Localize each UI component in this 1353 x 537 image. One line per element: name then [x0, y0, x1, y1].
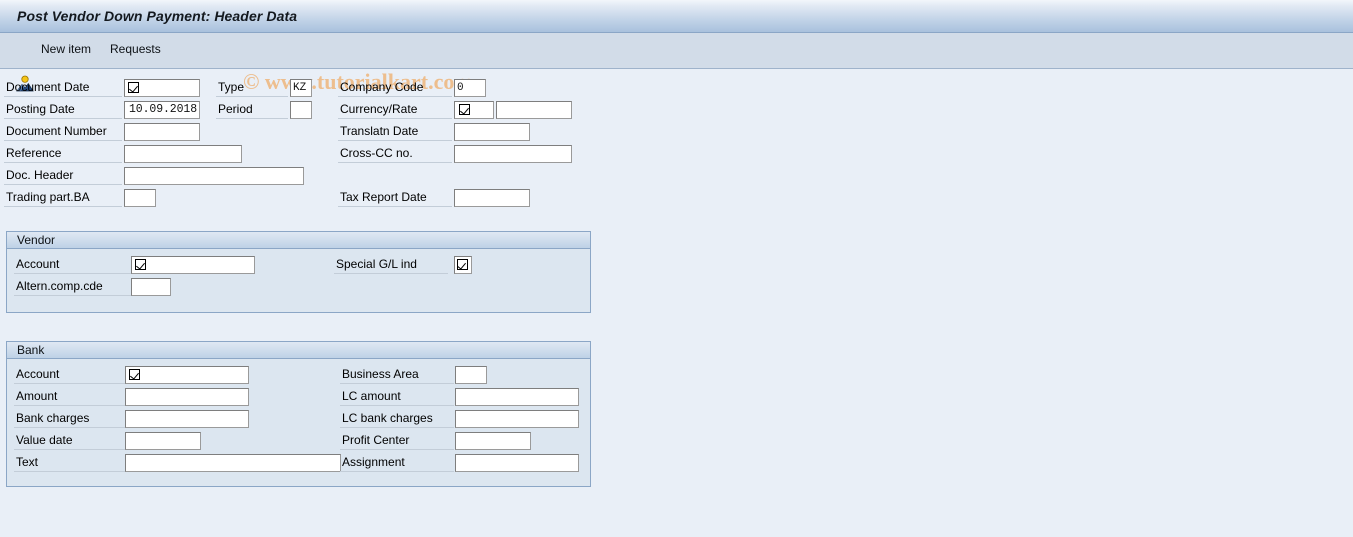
input-document-number[interactable] — [124, 123, 200, 141]
label-posting-date: Posting Date — [4, 101, 122, 119]
input-cross-cc-no[interactable] — [454, 145, 572, 163]
label-profit-center: Profit Center — [340, 432, 454, 450]
label-value-date: Value date — [14, 432, 132, 450]
input-special-gl-ind[interactable] — [454, 256, 472, 274]
input-value-date[interactable] — [125, 432, 201, 450]
label-bank-charges: Bank charges — [14, 410, 132, 428]
label-currency-rate: Currency/Rate — [338, 101, 452, 119]
bank-section-title: Bank — [17, 343, 45, 357]
label-bank-account: Account — [14, 366, 132, 384]
input-lc-bank-charges[interactable] — [455, 410, 579, 428]
input-altern-comp-cde[interactable] — [131, 278, 171, 296]
label-cross-cc-no: Cross-CC no. — [338, 145, 452, 163]
application-toolbar: New item Requests © www.tutorialkart.com — [0, 33, 1353, 94]
required-entry-icon — [135, 259, 146, 270]
label-type: Type — [216, 79, 288, 97]
label-lc-amount: LC amount — [340, 388, 454, 406]
input-bank-account[interactable] — [125, 366, 249, 384]
input-rate[interactable] — [496, 101, 572, 119]
input-tax-report-date[interactable] — [454, 189, 530, 207]
label-doc-header: Doc. Header — [4, 167, 122, 185]
input-doc-header[interactable] — [124, 167, 304, 185]
bank-section-header: Bank — [7, 342, 590, 359]
label-vendor-account: Account — [14, 256, 132, 274]
label-trading-part-ba: Trading part.BA — [4, 189, 122, 207]
label-period: Period — [216, 101, 288, 119]
label-text: Text — [14, 454, 132, 472]
label-lc-bank-charges: LC bank charges — [340, 410, 454, 428]
vendor-section-header: Vendor — [7, 232, 590, 249]
toolbar-requests-button[interactable]: Requests — [110, 42, 161, 56]
input-company-code[interactable]: 0 — [454, 79, 486, 97]
label-altern-comp-cde: Altern.comp.cde — [14, 278, 132, 296]
vendor-section: Vendor Account Altern.comp.cde Special G… — [6, 231, 591, 313]
input-translatn-date[interactable] — [454, 123, 530, 141]
input-lc-amount[interactable] — [455, 388, 579, 406]
input-trading-part-ba[interactable] — [124, 189, 156, 207]
toolbar-new-item-button[interactable]: New item — [41, 42, 91, 56]
label-reference: Reference — [4, 145, 122, 163]
input-assignment[interactable] — [455, 454, 579, 472]
required-entry-icon — [128, 82, 139, 93]
label-business-area: Business Area — [340, 366, 454, 384]
input-bank-charges[interactable] — [125, 410, 249, 428]
vendor-section-title: Vendor — [17, 233, 56, 247]
window-title-bar: Post Vendor Down Payment: Header Data — [0, 0, 1353, 33]
required-entry-icon — [456, 259, 468, 270]
label-assignment: Assignment — [340, 454, 454, 472]
input-vendor-account[interactable] — [131, 256, 255, 274]
input-currency[interactable] — [454, 101, 494, 119]
label-tax-report-date: Tax Report Date — [338, 189, 452, 207]
input-profit-center[interactable] — [455, 432, 531, 450]
required-entry-icon — [129, 369, 140, 380]
input-period[interactable] — [290, 101, 312, 119]
required-entry-icon — [459, 104, 470, 115]
label-amount: Amount — [14, 388, 132, 406]
input-reference[interactable] — [124, 145, 242, 163]
label-document-number: Document Number — [4, 123, 122, 141]
input-type[interactable]: KZ — [290, 79, 312, 97]
input-text[interactable] — [125, 454, 341, 472]
bank-section: Bank Account Amount Bank charges Value d… — [6, 341, 591, 487]
page-title: Post Vendor Down Payment: Header Data — [17, 8, 298, 24]
input-posting-date[interactable]: 10.09.2018 — [124, 101, 200, 119]
label-special-gl-ind: Special G/L ind — [334, 256, 448, 274]
input-document-date[interactable] — [124, 79, 200, 97]
label-document-date: Document Date — [4, 79, 122, 97]
input-business-area[interactable] — [455, 366, 487, 384]
input-amount[interactable] — [125, 388, 249, 406]
label-company-code: Company Code — [338, 79, 452, 97]
label-translatn-date: Translatn Date — [338, 123, 452, 141]
